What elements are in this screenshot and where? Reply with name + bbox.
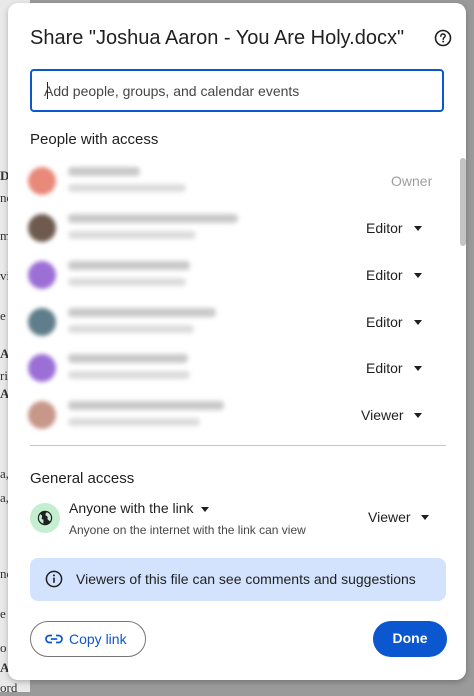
people-with-access-heading: People with access <box>30 131 159 148</box>
info-icon <box>45 570 63 588</box>
person-row: Viewer <box>26 395 446 435</box>
add-people-input[interactable] <box>44 71 434 110</box>
redacted-email <box>68 371 190 379</box>
section-divider <box>30 445 446 446</box>
redacted-email <box>68 278 186 286</box>
general-access-role-dropdown[interactable]: Viewer <box>368 509 411 525</box>
role-dropdown[interactable]: Editor <box>366 360 403 376</box>
role-dropdown[interactable]: Editor <box>366 314 403 330</box>
general-access-heading: General access <box>30 470 135 487</box>
redacted-name <box>68 214 238 223</box>
background-text: ord <box>0 680 18 695</box>
role-dropdown[interactable]: Editor <box>366 220 403 236</box>
copy-link-label: Copy link <box>69 631 127 647</box>
avatar <box>28 167 56 195</box>
dropdown-arrow-icon[interactable] <box>414 273 422 278</box>
person-row: Editor <box>26 348 446 388</box>
link-access-description: Anyone on the internet with the link can… <box>69 523 306 537</box>
person-row: Editor <box>26 255 446 295</box>
dropdown-arrow-icon[interactable] <box>421 515 429 520</box>
help-circle-icon[interactable] <box>434 29 452 47</box>
dialog-title: Share "Joshua Aaron - You Are Holy.docx" <box>30 27 405 49</box>
avatar <box>28 308 56 336</box>
dropdown-arrow-icon[interactable] <box>414 320 422 325</box>
background-text: e <box>0 308 6 323</box>
copy-link-button[interactable]: Copy link <box>30 621 146 657</box>
link-access-dropdown[interactable]: Anyone with the link <box>69 500 194 516</box>
redacted-email <box>68 184 186 192</box>
info-banner-text: Viewers of this file can see comments an… <box>76 571 416 587</box>
link-icon <box>45 634 63 644</box>
role-dropdown[interactable]: Viewer <box>361 407 404 423</box>
person-row: Editor <box>26 302 446 342</box>
avatar <box>28 354 56 382</box>
redacted-name <box>68 261 190 270</box>
redacted-name <box>68 308 216 317</box>
redacted-name <box>68 167 140 176</box>
done-label: Done <box>392 630 428 646</box>
background-text: ri <box>0 368 8 383</box>
dropdown-arrow-icon[interactable] <box>414 366 422 371</box>
globe-icon <box>37 510 53 526</box>
scrollbar-thumb[interactable] <box>460 158 466 246</box>
redacted-email <box>68 418 200 426</box>
redacted-email <box>68 325 194 333</box>
done-button[interactable]: Done <box>373 621 447 657</box>
redacted-name <box>68 401 224 410</box>
avatar <box>28 401 56 429</box>
dropdown-arrow-icon[interactable] <box>201 507 209 512</box>
avatar <box>28 214 56 242</box>
background-text: o <box>0 640 7 655</box>
dropdown-arrow-icon[interactable] <box>414 226 422 231</box>
share-dialog: Share "Joshua Aaron - You Are Holy.docx"… <box>8 3 466 680</box>
dropdown-arrow-icon[interactable] <box>414 413 422 418</box>
avatar <box>28 261 56 289</box>
add-people-field[interactable] <box>30 69 444 112</box>
redacted-name <box>68 354 188 363</box>
person-row: Editor <box>26 208 446 248</box>
background-text: e <box>0 606 6 621</box>
role-dropdown[interactable]: Editor <box>366 267 403 283</box>
redacted-email <box>68 231 196 239</box>
role-label: Owner <box>391 173 433 189</box>
person-row-owner: Owner <box>26 161 446 201</box>
info-banner: Viewers of this file can see comments an… <box>30 558 446 601</box>
globe-badge <box>30 503 60 533</box>
